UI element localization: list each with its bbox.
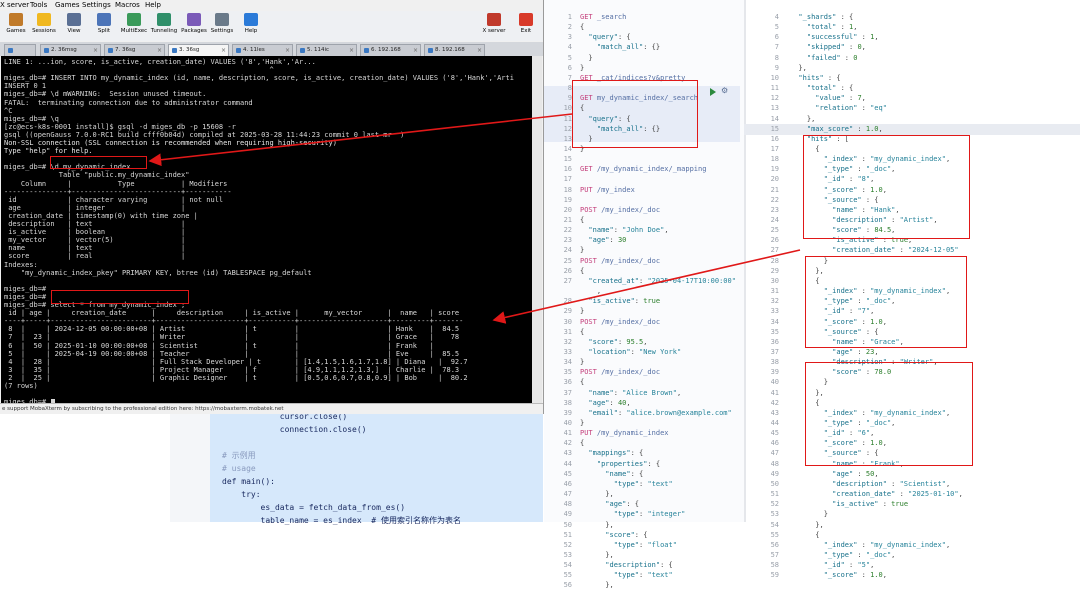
arrow-to-describe [148,113,573,167]
code-token: , [870,561,875,570]
code-token: : { [660,561,673,570]
code-token: 1.0 [870,571,883,580]
code-token: "description" [580,561,661,570]
code-token: "_score" [790,571,858,580]
arrow-to-select [492,249,801,324]
code-token: "_doc" [865,550,892,559]
code-token: "score" [580,530,635,539]
code-token: : [857,540,871,549]
code-token: "type" [580,571,640,580]
code-token: : [639,540,648,549]
code-token: "text" [647,571,673,580]
code-token: : [639,571,648,580]
code-token: , [945,540,951,549]
code-token: "_id" [790,561,845,570]
annotation-arrows [148,113,801,324]
code-token: "float" [647,540,677,549]
code-token: }, [580,550,614,559]
code-token: { [790,530,820,539]
code-token: : [857,571,871,580]
code-token: , [882,571,887,580]
line-number: 59 [770,571,779,580]
code-token: , [891,550,896,559]
code-token: : { [634,530,648,539]
code-token: : [853,550,866,559]
code-token: "my_dynamic_index" [870,540,946,549]
code-line: "_score" : 1.0, [790,570,887,581]
code-token: : [844,561,858,570]
code-line: }, [580,580,614,591]
code-token: "_type" [790,550,854,559]
line-number: 56 [563,581,572,590]
code-token: "type" [580,540,640,549]
code-token: "_index" [790,540,858,549]
code-token: }, [580,581,614,590]
code-token: "5" [857,561,871,570]
